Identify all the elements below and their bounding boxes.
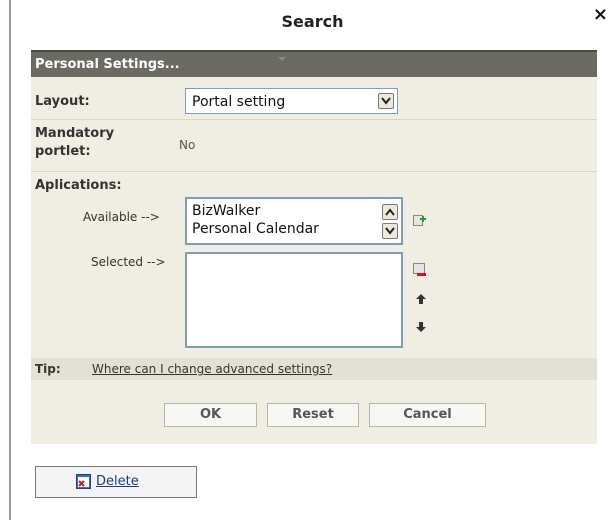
divider [31,171,597,172]
dialog-title: Search [281,12,344,31]
advanced-settings-link[interactable]: Where can I change advanced settings? [92,362,332,376]
add-icon[interactable] [413,212,427,226]
mandatory-label-line2: portlet: [35,144,91,159]
title-bar: Search × [11,0,614,44]
remove-icon[interactable] [413,262,427,276]
reset-button[interactable]: Reset [267,403,359,427]
panel-header: Personal Settings... [31,50,597,77]
layout-select[interactable]: Portal setting [185,88,398,114]
move-up-icon[interactable] [415,290,429,304]
cancel-button[interactable]: Cancel [369,403,486,427]
ok-button[interactable]: OK [164,403,257,427]
selected-listbox[interactable] [185,252,403,348]
available-label: Available --> [83,210,160,224]
selected-label: Selected --> [91,255,166,269]
tip-label: Tip: [35,362,61,376]
search-dialog: Search × Personal Settings... Layout: Po… [9,0,614,520]
chevron-down-icon[interactable] [378,93,394,109]
layout-label: Layout: [35,94,90,109]
delete-icon [76,474,92,494]
header-arrow-icon [278,57,286,61]
applications-label: Aplications: [35,178,122,193]
delete-button[interactable]: Delete [35,466,197,498]
layout-select-value: Portal setting [192,94,286,110]
mandatory-label-line1: Mandatory [35,126,115,141]
scroll-down-icon[interactable] [382,223,398,239]
list-item[interactable]: Personal Calendar [192,221,319,237]
close-icon[interactable]: × [593,6,608,24]
personal-settings-panel: Personal Settings... Layout: Portal sett… [31,50,597,444]
panel-title: Personal Settings... [35,57,180,72]
scroll-up-icon[interactable] [382,204,398,220]
move-down-icon[interactable] [415,318,429,332]
tip-row: Tip: Where can I change advanced setting… [31,358,597,380]
available-listbox[interactable]: BizWalker Personal Calendar [185,197,403,245]
list-item[interactable]: BizWalker [192,203,260,219]
delete-label: Delete [96,474,139,489]
divider [31,119,597,120]
mandatory-value: No [179,138,196,152]
